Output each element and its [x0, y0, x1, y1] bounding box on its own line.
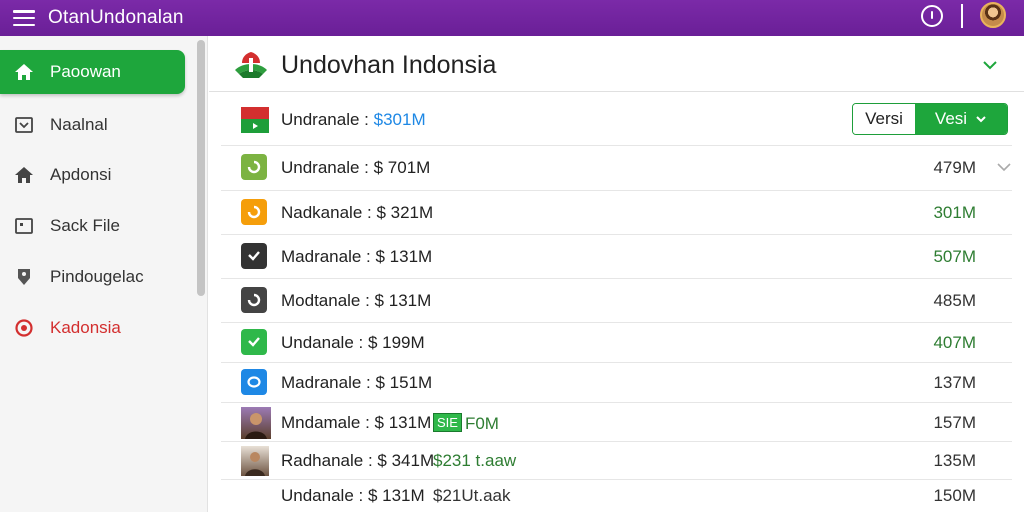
- chevron-down-icon: [976, 116, 986, 123]
- list-item[interactable]: Madranale : $ 131M 507M: [221, 235, 1012, 279]
- row-value: 407M: [933, 333, 976, 352]
- check-icon: [241, 329, 267, 355]
- sidebar-item-label: Kadonsia: [50, 318, 121, 337]
- chevron-down-icon[interactable]: [981, 56, 999, 74]
- main-panel: Undovhan Indonsia Undranale : $301M Vers…: [209, 36, 1024, 512]
- photo-icon: [241, 446, 269, 476]
- row-value: 157M: [933, 413, 976, 432]
- power-icon[interactable]: [921, 5, 943, 27]
- sidebar-item-sack-file[interactable]: Sack File: [0, 204, 185, 248]
- list-item[interactable]: Undranale : $301M Versi Vesi: [221, 92, 1012, 146]
- chevron-down-icon[interactable]: [996, 159, 1012, 175]
- sidebar-item-kadonsia[interactable]: Kadonsia: [0, 306, 185, 350]
- flag-icon: [241, 107, 269, 133]
- user-avatar[interactable]: [980, 2, 1006, 28]
- chat-icon: [241, 369, 267, 395]
- row-value: 135M: [933, 451, 976, 470]
- list-item[interactable]: Madranale : $ 151M 137M: [221, 363, 1012, 403]
- file-box-icon: [14, 216, 34, 236]
- row-amount: $301M: [373, 110, 426, 129]
- version-dropdown-button[interactable]: Vesi: [915, 104, 1007, 134]
- menu-icon[interactable]: [13, 10, 35, 26]
- row-extra: SIE F0M: [433, 413, 499, 434]
- row-label: Undanale : $ 199M: [281, 333, 425, 352]
- row-label: Undranale : $301M: [281, 110, 426, 129]
- row-label: Undanale : $ 131M: [281, 486, 425, 505]
- page-title: Undovhan Indonsia: [281, 51, 497, 79]
- inbox-icon: [14, 115, 34, 135]
- check-icon: [241, 243, 267, 269]
- sidebar-item-label: Paoowan: [50, 62, 121, 81]
- home-icon: [14, 62, 34, 82]
- sidebar-item-apdonsi[interactable]: Apdonsi: [0, 153, 185, 197]
- sidebar-item-naalnal[interactable]: Naalnal: [0, 103, 185, 147]
- list-item[interactable]: Undanale : $ 131M $21Ut.aak 150M: [221, 480, 1012, 512]
- row-value: 137M: [933, 373, 976, 392]
- list-item[interactable]: Undanale : $ 199M 407M: [221, 323, 1012, 363]
- brand-logo-icon: [233, 50, 269, 80]
- refresh-icon: [241, 154, 267, 180]
- list-item[interactable]: Modtanale : $ 131M 485M: [221, 279, 1012, 323]
- row-value: 150M: [933, 486, 976, 505]
- sidebar-scrollbar[interactable]: [197, 40, 205, 296]
- top-app-bar: OtanUndonalan: [0, 0, 1024, 36]
- photo-icon: [241, 407, 271, 439]
- app-title: OtanUndonalan: [48, 7, 184, 28]
- sidebar-item-label: Naalnal: [50, 115, 108, 134]
- sidebar-item-paoowan[interactable]: Paoowan: [0, 50, 185, 94]
- sidebar-item-label: Sack File: [50, 216, 120, 235]
- row-tag: SIE: [433, 413, 462, 432]
- divider: [961, 4, 963, 28]
- sidebar: Paoowan Naalnal Apdonsi Sack File Pindou…: [0, 36, 208, 512]
- list-item[interactable]: Undranale : $ 701M 479M: [221, 146, 1012, 191]
- row-label: Nadkanale : $ 321M: [281, 203, 434, 222]
- sidebar-item-label: Apdonsi: [50, 165, 112, 184]
- version-right-label: Vesi: [934, 109, 968, 128]
- refresh-icon: [241, 199, 267, 225]
- list-item[interactable]: Nadkanale : $ 321M 301M: [221, 191, 1012, 235]
- row-value: 507M: [933, 247, 976, 266]
- row-label: Undranale : $ 701M: [281, 158, 431, 177]
- sidebar-item-label: Pindougelac: [50, 267, 144, 286]
- row-extra: $231 t.aaw: [433, 451, 517, 470]
- row-label: Madranale : $ 131M: [281, 247, 433, 266]
- panel-header: Undovhan Indonsia: [209, 36, 1024, 92]
- list-item[interactable]: Mndamale : $ 131M SIE F0M 157M: [221, 403, 1012, 442]
- row-value: 301M: [933, 203, 976, 222]
- row-label: Radhanale : $ 341M: [281, 451, 435, 470]
- row-value: 485M: [933, 291, 976, 310]
- refresh-icon: [241, 287, 267, 313]
- version-toggle[interactable]: Versi Vesi: [852, 103, 1008, 135]
- house-icon: [14, 165, 34, 185]
- row-label: Madranale : $ 151M: [281, 373, 433, 392]
- row-extra: $21Ut.aak: [433, 486, 511, 505]
- row-label: Mndamale : $ 131M: [281, 413, 432, 432]
- list-item[interactable]: Radhanale : $ 341M $231 t.aaw 135M: [221, 442, 1012, 480]
- sidebar-item-pindougelac[interactable]: Pindougelac: [0, 255, 185, 299]
- row-label: Modtanale : $ 131M: [281, 291, 432, 310]
- tag-icon: [14, 267, 34, 287]
- version-left-button[interactable]: Versi: [853, 104, 915, 134]
- target-icon: [14, 318, 34, 338]
- row-value: 479M: [933, 158, 976, 177]
